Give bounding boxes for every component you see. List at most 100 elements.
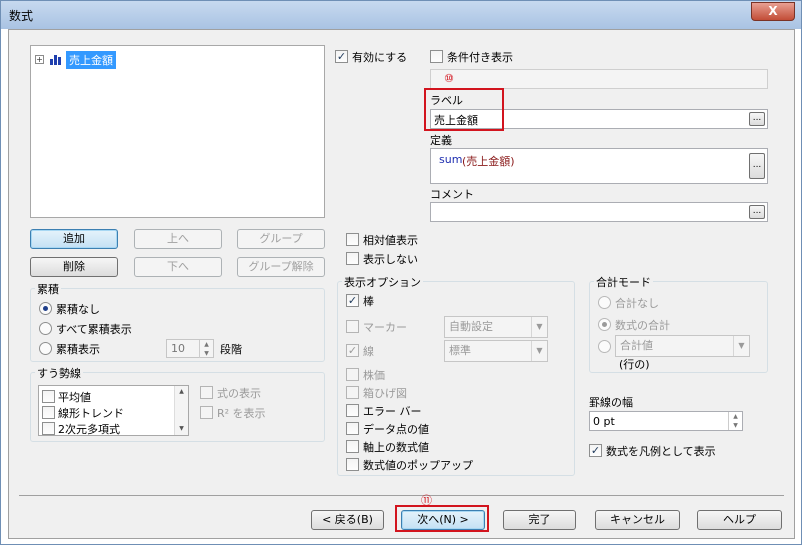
list-scrollbar[interactable]: ▲ ▼: [174, 386, 188, 435]
data-value-checkbox[interactable]: [346, 422, 359, 435]
accumulate-none-radio[interactable]: [39, 302, 52, 315]
condition-field[interactable]: [430, 69, 768, 89]
show-r2-label: R² を表示: [217, 407, 266, 420]
comment-input[interactable]: ...: [430, 202, 768, 222]
spin-down-icon[interactable]: ▼: [728, 421, 742, 430]
line-checkbox[interactable]: [346, 344, 359, 357]
expand-icon[interactable]: +: [35, 55, 44, 64]
enable-checkbox[interactable]: [335, 50, 348, 63]
relative-checkbox[interactable]: [346, 233, 359, 246]
scroll-up-icon[interactable]: ▲: [175, 388, 188, 395]
marker-label: マーカー: [363, 321, 407, 334]
total-none-radio[interactable]: [598, 296, 611, 309]
trendline-list[interactable]: 平均値 線形トレンド 2次元多項式 ▲ ▼: [38, 385, 189, 436]
comment-ellipsis-button[interactable]: ...: [749, 205, 765, 219]
chevron-down-icon[interactable]: ▼: [733, 336, 749, 356]
help-button[interactable]: ヘルプ: [697, 510, 782, 530]
dialog-client: + 売上金額 追加 上へ グループ 削除 下へ グループ解除 累積 累積なし す…: [8, 29, 795, 539]
accumulate-none-label: 累積なし: [56, 303, 100, 316]
popup-label: 数式値のポップアップ: [363, 459, 473, 472]
finish-button[interactable]: 完了: [503, 510, 576, 530]
accumulate-all-label: すべて累積表示: [56, 323, 132, 336]
marker-combo[interactable]: 自動設定 ▼: [444, 316, 548, 338]
marker-combo-value: 自動設定: [449, 320, 493, 333]
ungroup-button[interactable]: グループ解除: [237, 257, 325, 277]
marker-checkbox[interactable]: [346, 320, 359, 333]
definition-ellipsis-button[interactable]: ...: [749, 153, 765, 179]
line-width-spinner[interactable]: 0 pt ▲ ▼: [589, 411, 743, 431]
data-value-label: データ点の値: [363, 423, 429, 436]
show-formula-checkbox[interactable]: [200, 386, 213, 399]
trend-average-checkbox[interactable]: [42, 390, 55, 403]
hide-label: 表示しない: [363, 253, 418, 266]
accumulate-show-label: 累積表示: [56, 343, 100, 356]
step-marker-10: ⑩: [444, 72, 454, 85]
enable-label: 有効にする: [352, 51, 408, 64]
add-button[interactable]: 追加: [30, 229, 118, 249]
formula-tree[interactable]: + 売上金額: [30, 45, 325, 218]
accumulate-show-radio[interactable]: [39, 342, 52, 355]
steps-label: 段階: [220, 343, 242, 356]
spin-up-icon[interactable]: ▲: [728, 412, 742, 421]
chevron-down-icon[interactable]: ▼: [531, 341, 547, 361]
title-bar: 数式 X: [1, 1, 801, 29]
trend-average-label: 平均値: [58, 391, 91, 404]
error-bar-label: エラー バー: [363, 405, 422, 418]
error-bar-checkbox[interactable]: [346, 404, 359, 417]
trend-poly2-label: 2次元多項式: [58, 423, 120, 436]
label-ellipsis-button[interactable]: ...: [749, 112, 765, 126]
conditional-checkbox[interactable]: [430, 50, 443, 63]
line-combo-value: 標準: [449, 344, 471, 357]
close-button[interactable]: X: [751, 2, 795, 21]
highlight-box-11: [395, 505, 489, 532]
bar-chart-icon: [50, 55, 61, 65]
group-button[interactable]: グループ: [237, 229, 325, 249]
popup-checkbox[interactable]: [346, 458, 359, 471]
total-mode-legend: 合計モード: [594, 274, 653, 290]
trend-poly2-checkbox[interactable]: [42, 422, 55, 435]
accumulate-all-radio[interactable]: [39, 322, 52, 335]
definition-func: sum: [439, 153, 463, 166]
back-button[interactable]: < 戻る(B): [311, 510, 384, 530]
line-width-caption: 罫線の幅: [589, 396, 633, 409]
chevron-down-icon[interactable]: ▼: [531, 317, 547, 337]
tree-item-sales[interactable]: 売上金額: [66, 51, 116, 69]
spin-down-icon[interactable]: ▼: [199, 349, 213, 358]
formula-total-label: 数式の合計: [615, 319, 670, 332]
trend-linear-label: 線形トレンド: [58, 407, 124, 420]
cancel-button[interactable]: キャンセル: [595, 510, 680, 530]
total-value-combo[interactable]: 合計値 ▼: [615, 335, 750, 357]
move-up-button[interactable]: 上へ: [134, 229, 222, 249]
relative-label: 相対値表示: [363, 234, 418, 247]
line-combo[interactable]: 標準 ▼: [444, 340, 548, 362]
bar-checkbox[interactable]: [346, 294, 359, 307]
row-suffix-label: (行の): [619, 358, 650, 371]
steps-spinner[interactable]: 10 ▲ ▼: [166, 339, 214, 358]
formula-total-radio[interactable]: [598, 318, 611, 331]
stock-label: 株価: [363, 369, 385, 382]
total-value-combo-value: 合計値: [620, 339, 653, 352]
stock-checkbox[interactable]: [346, 368, 359, 381]
box-label: 箱ひげ図: [363, 387, 407, 400]
move-down-button[interactable]: 下へ: [134, 257, 222, 277]
delete-button[interactable]: 削除: [30, 257, 118, 277]
show-r2-checkbox[interactable]: [200, 406, 213, 419]
definition-caption: 定義: [430, 134, 452, 147]
show-as-legend-checkbox[interactable]: [589, 444, 602, 457]
dialog-title: 数式: [9, 9, 34, 23]
show-as-legend-label: 数式を凡例として表示: [606, 445, 716, 458]
formula-dialog: 数式 X + 売上金額 追加 上へ グループ 削除 下へ グループ解除 累積 累…: [0, 0, 802, 545]
box-checkbox[interactable]: [346, 386, 359, 399]
total-value-radio[interactable]: [598, 340, 611, 353]
trendline-legend: すう勢線: [35, 365, 83, 381]
scroll-down-icon[interactable]: ▼: [175, 425, 188, 432]
spin-up-icon[interactable]: ▲: [199, 340, 213, 349]
axis-formula-checkbox[interactable]: [346, 440, 359, 453]
total-none-label: 合計なし: [615, 297, 659, 310]
accumulation-legend: 累積: [35, 281, 61, 297]
hide-checkbox[interactable]: [346, 252, 359, 265]
axis-formula-label: 軸上の数式値: [363, 441, 429, 454]
definition-input[interactable]: sum (売上金額) ...: [430, 148, 768, 184]
trend-linear-checkbox[interactable]: [42, 406, 55, 419]
line-label: 線: [363, 345, 374, 358]
